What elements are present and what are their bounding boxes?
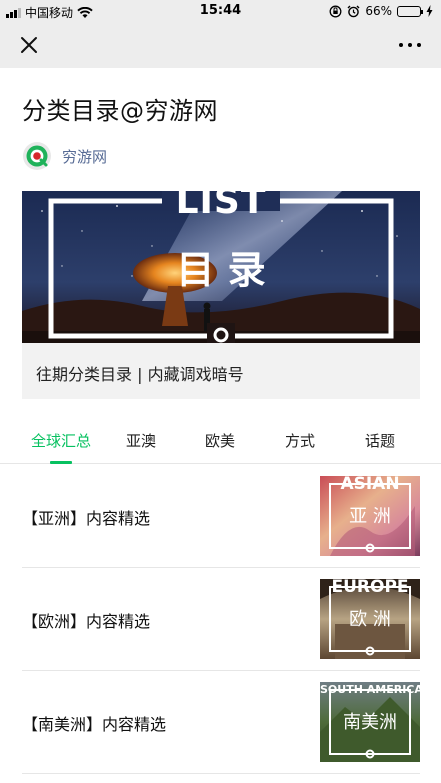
list-item[interactable]: 【南美洲】内容精选 SOUTH AMERICA 南美洲 <box>22 671 420 774</box>
account-row[interactable]: 穷游网 <box>22 141 107 171</box>
charging-icon <box>426 5 433 17</box>
thumb-label-en: EUROPE <box>331 579 409 597</box>
article-list: 【亚洲】内容精选 ASIAN 亚 洲 【欧洲】内容精选 EUROPE 欧 洲 【… <box>22 465 420 774</box>
battery-percent: 66% <box>365 4 392 18</box>
battery-icon <box>397 5 423 17</box>
list-item[interactable]: 【亚洲】内容精选 ASIAN 亚 洲 <box>22 465 420 568</box>
alarm-icon <box>347 5 360 17</box>
list-item-title: 【亚洲】内容精选 <box>22 509 151 528</box>
nav-bar <box>0 22 441 68</box>
list-item-thumbnail: ASIAN 亚 洲 <box>320 476 420 556</box>
status-bar: 中国移动 15:44 66% <box>0 0 441 22</box>
page-title: 分类目录@穷游网 <box>22 97 218 125</box>
account-name[interactable]: 穷游网 <box>62 146 107 167</box>
tab-method[interactable]: 方式 <box>260 430 340 451</box>
banner-overlay-top: LIST <box>175 191 267 222</box>
banner-image: LIST 目 录 <box>22 191 420 343</box>
tab-global[interactable]: 全球汇总 <box>21 430 101 451</box>
more-icon <box>399 43 403 47</box>
list-item[interactable]: 【欧洲】内容精选 EUROPE 欧 洲 <box>22 568 420 671</box>
orientation-lock-icon <box>329 5 342 17</box>
close-button[interactable] <box>18 34 40 56</box>
qyer-logo-icon <box>23 142 51 170</box>
banner-caption: 往期分类目录 | 内藏调戏暗号 <box>36 365 244 384</box>
thumb-label-en: SOUTH AMERICA <box>320 683 420 696</box>
list-item-title: 【南美洲】内容精选 <box>22 715 167 734</box>
tab-topic[interactable]: 话题 <box>340 430 420 451</box>
thumb-label-cn: 欧 洲 <box>349 609 391 630</box>
thumb-label-cn: 南美洲 <box>343 712 397 733</box>
status-right: 66% <box>329 4 433 18</box>
list-item-thumbnail: SOUTH AMERICA 南美洲 <box>320 682 420 762</box>
banner-card[interactable]: LIST 目 录 往期分类目录 | 内藏调戏暗号 <box>22 191 420 399</box>
category-tabs: 全球汇总 亚澳 欧美 方式 话题 <box>0 418 441 464</box>
close-icon <box>21 37 37 53</box>
thumb-label-cn: 亚 洲 <box>349 506 391 527</box>
thumb-label-en: ASIAN <box>340 476 400 494</box>
more-button[interactable] <box>399 36 421 54</box>
tab-active-indicator <box>50 461 72 464</box>
list-item-thumbnail: EUROPE 欧 洲 <box>320 579 420 659</box>
tab-asia-oceania[interactable]: 亚澳 <box>101 430 181 451</box>
list-item-title: 【欧洲】内容精选 <box>22 612 151 631</box>
tab-europe-america[interactable]: 欧美 <box>180 430 260 451</box>
banner-overlay-main: 目 录 <box>176 248 266 292</box>
